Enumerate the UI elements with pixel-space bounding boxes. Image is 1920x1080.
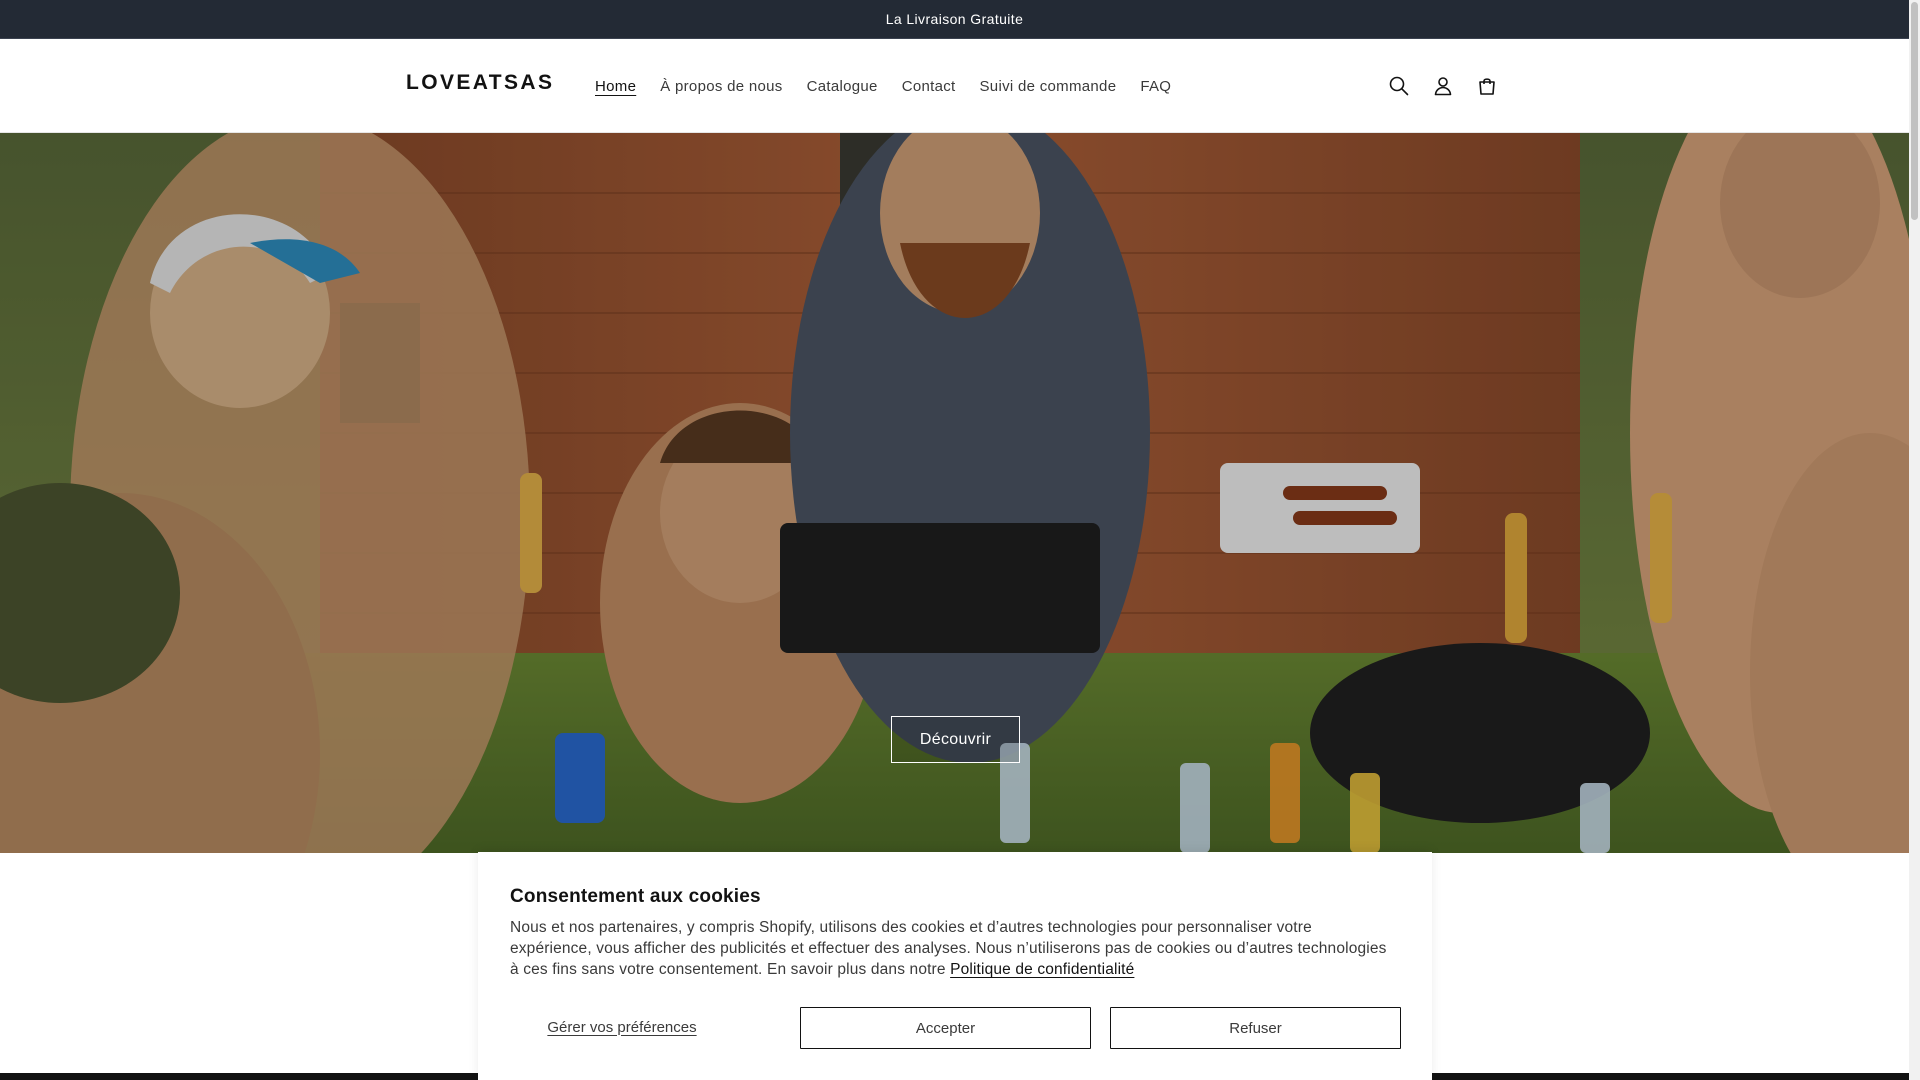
refuse-button[interactable]: Refuser <box>1110 1007 1401 1049</box>
privacy-policy-link[interactable]: Politique de confidentialité <box>950 961 1134 978</box>
nav-order-tracking[interactable]: Suivi de commande <box>968 78 1129 95</box>
nav-catalogue[interactable]: Catalogue <box>795 78 890 95</box>
cookie-consent-banner: Consentement aux cookies Nous et nos par… <box>478 852 1432 1080</box>
scrollbar[interactable] <box>1909 0 1920 1080</box>
site-header: LOVEATSAS Home À propos de nous Catalogu… <box>0 39 1909 133</box>
main-nav: Home À propos de nous Catalogue Contact … <box>583 39 1183 133</box>
store-logo[interactable]: LOVEATSAS <box>406 71 554 95</box>
hero-banner: Découvrir <box>0 133 1909 853</box>
header-icons <box>1377 66 1509 106</box>
nav-contact[interactable]: Contact <box>890 78 968 95</box>
discover-button[interactable]: Découvrir <box>891 716 1020 763</box>
manage-preferences-link[interactable]: Gérer vos préférences <box>510 1006 734 1048</box>
nav-faq[interactable]: FAQ <box>1128 78 1183 95</box>
scrollbar-thumb[interactable] <box>1911 2 1918 220</box>
search-icon[interactable] <box>1377 66 1421 106</box>
nav-home[interactable]: Home <box>583 78 648 95</box>
nav-about[interactable]: À propos de nous <box>648 78 794 95</box>
announcement-text: La Livraison Gratuite <box>885 11 1024 27</box>
accept-button[interactable]: Accepter <box>800 1007 1091 1049</box>
account-icon[interactable] <box>1421 66 1465 106</box>
cookie-title: Consentement aux cookies <box>510 886 761 907</box>
cookie-description: Nous et nos partenaires, y compris Shopi… <box>510 917 1390 980</box>
announcement-bar: La Livraison Gratuite <box>0 0 1909 39</box>
cookie-text: Nous et nos partenaires, y compris Shopi… <box>510 919 1387 978</box>
cart-icon[interactable] <box>1465 66 1509 106</box>
